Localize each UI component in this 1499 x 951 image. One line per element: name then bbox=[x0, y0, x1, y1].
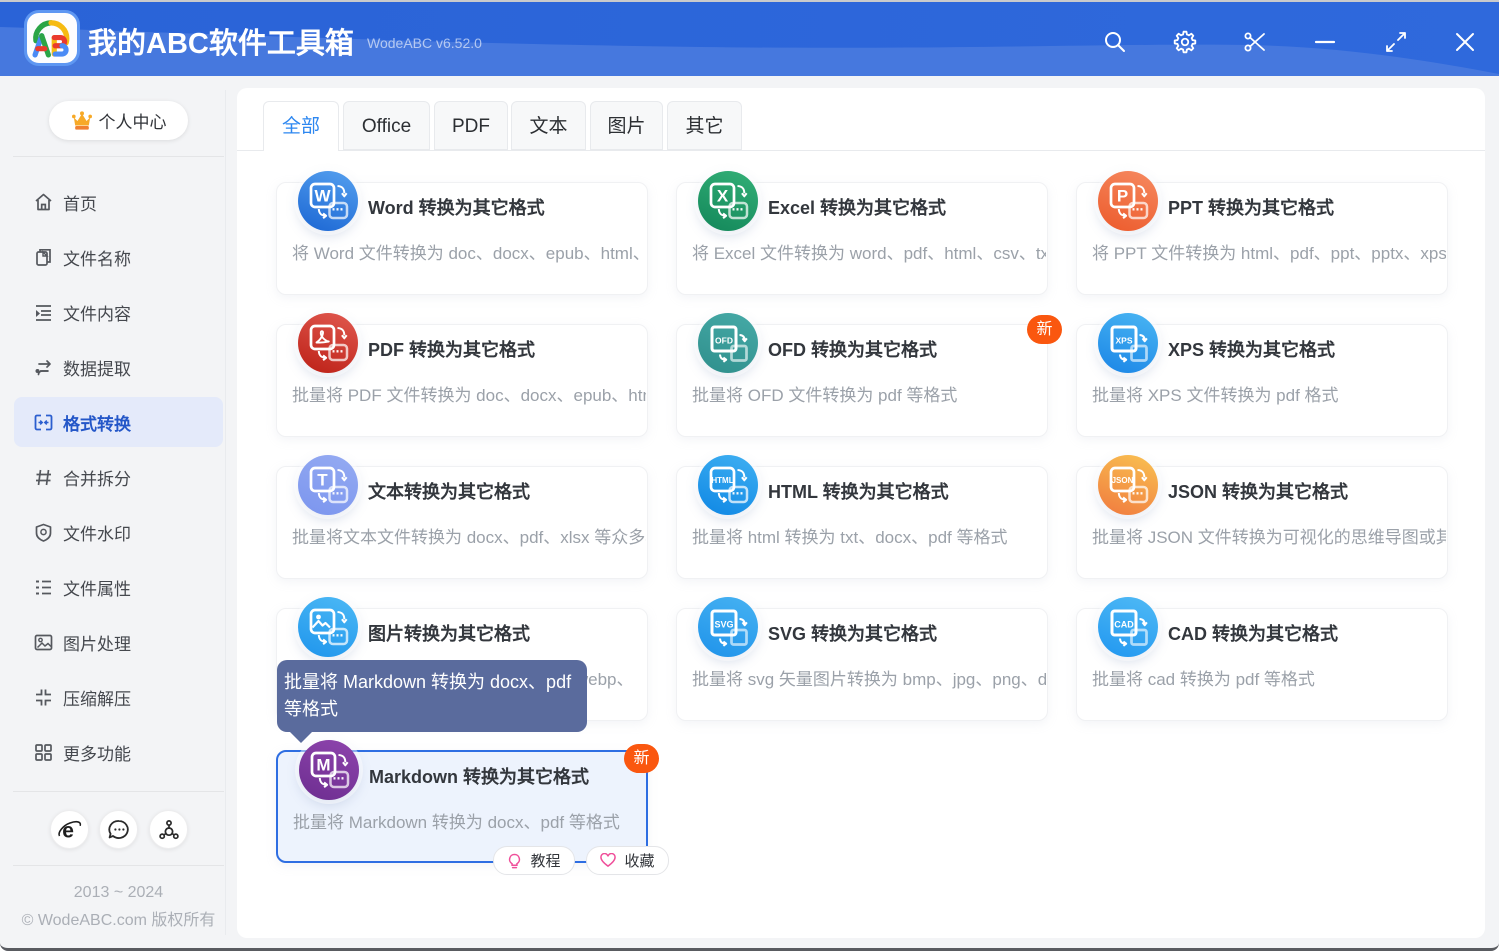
svg-text:T: T bbox=[317, 471, 328, 490]
svg-text:P: P bbox=[1117, 187, 1128, 206]
svg-text:X: X bbox=[717, 187, 729, 206]
svg-text:W: W bbox=[314, 187, 331, 206]
svg-text:HTML: HTML bbox=[711, 476, 733, 485]
svg-text:M: M bbox=[316, 756, 330, 775]
svg-text:CAD: CAD bbox=[1114, 620, 1134, 630]
svg-text:JSON: JSON bbox=[1112, 476, 1134, 485]
svg-text:OFD: OFD bbox=[715, 336, 733, 346]
svg-text:SVG: SVG bbox=[714, 620, 733, 630]
svg-text:XPS: XPS bbox=[1115, 336, 1132, 346]
